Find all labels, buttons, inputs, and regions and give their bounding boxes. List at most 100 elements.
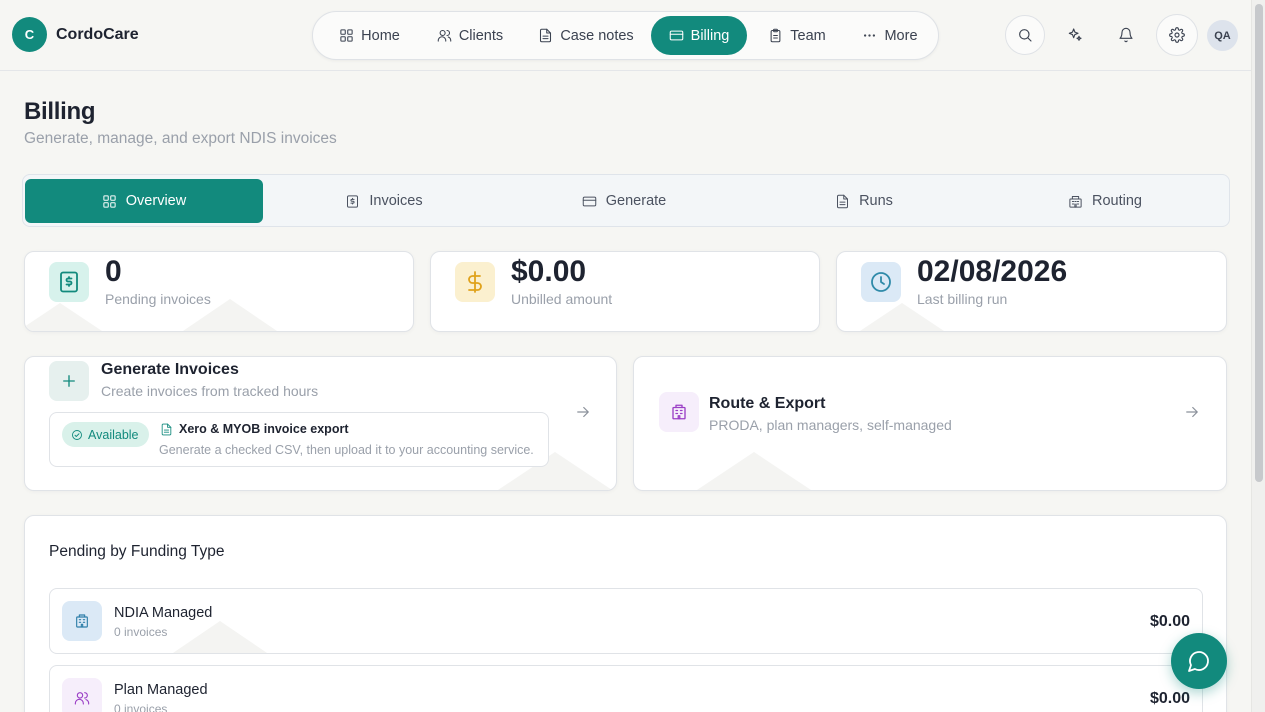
card-decoration [170, 621, 270, 653]
card-decoration [857, 303, 947, 331]
tab-overview-label: Overview [125, 193, 187, 209]
route-export-title: Route & Export [709, 395, 826, 412]
tab-generate-label: Generate [605, 193, 667, 209]
chat-bubble-icon [1188, 651, 1209, 672]
tab-invoices[interactable]: Invoices [265, 179, 503, 223]
nav-case-notes-label: Case notes [560, 27, 634, 44]
bell-icon [1119, 27, 1133, 43]
nav-team-label: Team [790, 27, 826, 44]
stat-card-unbilled-amount: $0.00 Unbilled amount [430, 251, 820, 332]
stat-label: Last billing run [917, 291, 1008, 307]
route-export-subtitle: PRODA, plan managers, self-managed [709, 417, 952, 433]
tab-invoices-label: Invoices [369, 193, 423, 209]
stat-value: 0 [105, 255, 122, 288]
credit-card-icon [582, 196, 597, 206]
nav-clients[interactable]: Clients [419, 16, 521, 55]
settings-button[interactable] [1156, 14, 1198, 56]
stat-card-pending-invoices: 0 Pending invoices [24, 251, 414, 332]
brand-name: CordoCare [56, 25, 139, 43]
page-title: Billing [24, 98, 96, 125]
main-nav: Home Clients Case notes Billing Team Mor… [312, 11, 939, 60]
generate-invoices-card[interactable]: Generate Invoices Create invoices from t… [24, 356, 617, 491]
funding-type-name: NDIA Managed [114, 605, 213, 621]
nav-home[interactable]: Home [322, 16, 417, 55]
billing-tabs: Overview Invoices Generate Runs Routing [22, 174, 1230, 227]
stat-label: Pending invoices [105, 291, 211, 307]
nav-case-notes[interactable]: Case notes [525, 16, 647, 55]
invoice-dollar-icon [347, 194, 359, 208]
check-circle-icon [72, 429, 82, 440]
arrow-right-icon [574, 403, 592, 421]
gear-icon [1169, 27, 1185, 43]
card-decoration [694, 452, 814, 490]
funding-row-plan-managed[interactable]: Plan Managed 0 invoices $0.00 [49, 665, 1203, 712]
sparkles-icon [1068, 28, 1082, 41]
building-icon [76, 614, 88, 628]
nav-more-label: More [884, 27, 918, 44]
funding-row-ndia-managed[interactable]: NDIA Managed 0 invoices $0.00 [49, 588, 1203, 654]
card-decoration [25, 303, 105, 331]
tab-generate[interactable]: Generate [505, 179, 743, 223]
plus-icon-box [49, 361, 89, 401]
plus-icon [63, 375, 75, 387]
tab-overview[interactable]: Overview [25, 179, 263, 223]
arrow-right-icon [1183, 403, 1201, 421]
nav-clients-label: Clients [458, 27, 504, 44]
users-icon [437, 29, 452, 42]
stat-value: $0.00 [511, 255, 587, 288]
ai-assistant-button[interactable] [1055, 15, 1095, 55]
more-icon [864, 34, 876, 37]
xero-myob-export-panel[interactable]: Available Xero & MYOB invoice export Gen… [49, 412, 549, 467]
stat-icon-box [861, 262, 901, 302]
route-export-card[interactable]: Route & Export PRODA, plan managers, sel… [633, 356, 1227, 491]
top-bar: C CordoCare Home Clients Case notes Bill… [0, 0, 1251, 71]
building-icon-box [659, 392, 699, 432]
tab-runs-label: Runs [859, 193, 893, 209]
tab-routing[interactable]: Routing [985, 179, 1225, 223]
stat-label: Unbilled amount [511, 291, 613, 307]
generate-invoices-title: Generate Invoices [101, 361, 239, 378]
stat-icon-box [455, 262, 495, 302]
invoice-dollar-icon [60, 271, 78, 293]
fund-icon-box [62, 601, 102, 641]
scrollbar[interactable] [1251, 0, 1265, 712]
nav-billing[interactable]: Billing [651, 16, 747, 55]
grid-icon [103, 194, 116, 208]
export-description: Generate a checked CSV, then upload it t… [159, 443, 534, 457]
file-text-icon [837, 194, 849, 208]
funding-amount: $0.00 [1149, 690, 1190, 707]
avatar[interactable]: QA [1207, 20, 1238, 51]
section-title: Pending by Funding Type [49, 543, 225, 560]
notifications-button[interactable] [1106, 15, 1146, 55]
stat-value: 02/08/2026 [917, 255, 1068, 288]
building-icon [672, 404, 686, 420]
chat-button[interactable] [1171, 633, 1227, 689]
nav-more[interactable]: More [849, 16, 931, 55]
nav-billing-label: Billing [690, 27, 730, 44]
scrollbar-thumb[interactable] [1255, 4, 1263, 482]
stat-card-last-billing-run: 02/08/2026 Last billing run [836, 251, 1227, 332]
status-badge: Available [62, 422, 149, 447]
nav-home-label: Home [361, 27, 400, 44]
clock-icon [871, 272, 891, 292]
fund-icon-box [62, 678, 102, 712]
funding-type-name: Plan Managed [114, 682, 208, 698]
pending-by-funding-card: Pending by Funding Type NDIA Managed 0 i… [24, 515, 1227, 712]
search-button[interactable] [1005, 15, 1045, 55]
status-badge-label: Available [88, 427, 139, 442]
generate-invoices-subtitle: Create invoices from tracked hours [101, 383, 319, 399]
nav-team[interactable]: Team [755, 16, 839, 55]
tab-runs[interactable]: Runs [745, 179, 983, 223]
page-subtitle: Generate, manage, and export NDIS invoic… [24, 130, 337, 147]
credit-card-icon [669, 30, 683, 41]
brand[interactable]: C CordoCare [12, 17, 139, 52]
stat-icon-box [49, 262, 89, 302]
search-icon [1019, 29, 1032, 42]
funding-amount: $0.00 [1149, 613, 1190, 630]
funding-invoice-count: 0 invoices [114, 625, 168, 639]
clipboard-icon [770, 28, 781, 43]
grid-icon [340, 29, 353, 42]
brand-logo: C [12, 17, 47, 52]
building-icon [1069, 195, 1082, 208]
export-title: Xero & MYOB invoice export [160, 422, 348, 436]
